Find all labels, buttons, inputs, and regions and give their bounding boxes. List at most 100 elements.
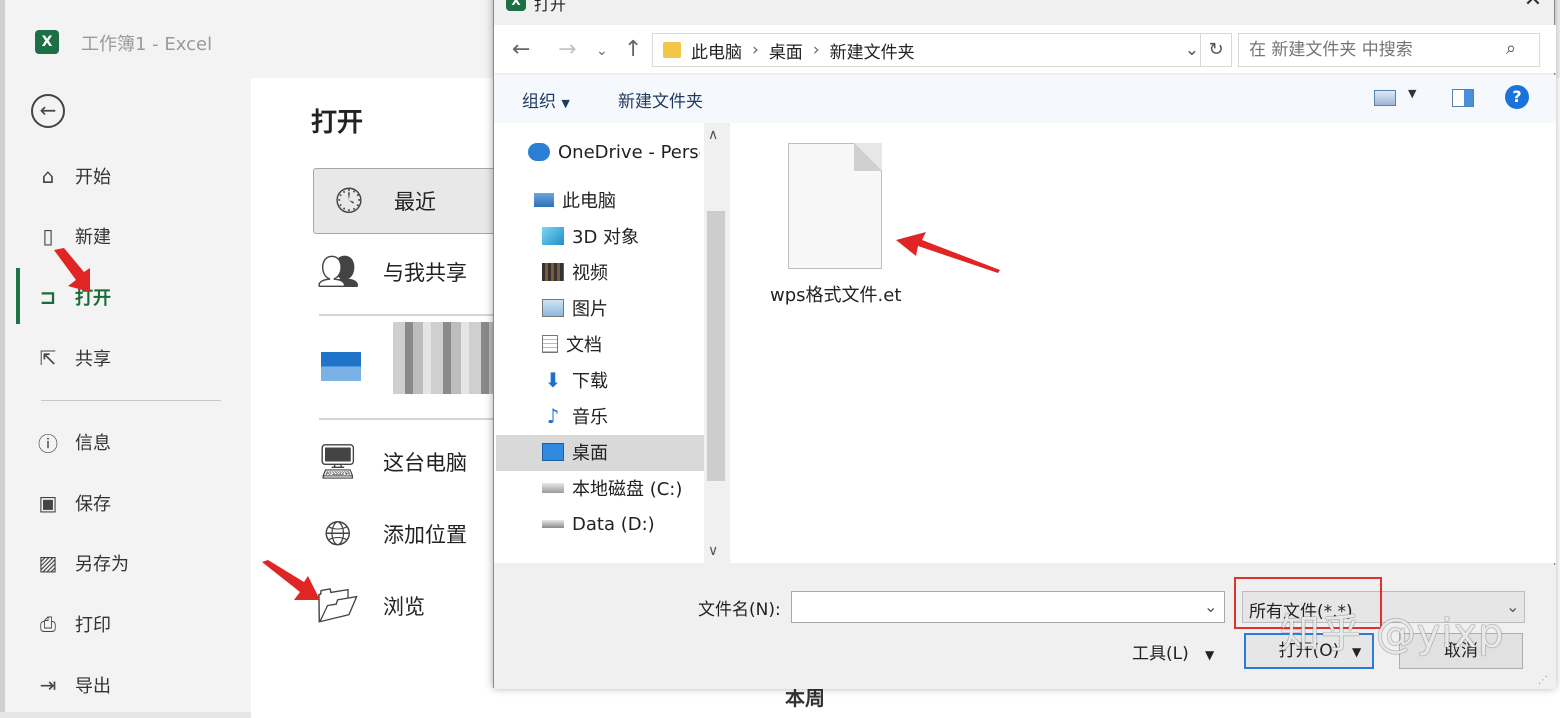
location-recent[interactable]: 🕓︎ 最近 [313,168,513,234]
open-file-dialog: X 打开 ✕ ← → ⌄ ↑ 此电脑 › 桌面 › 新建文件夹 ⌄ ↻ ⌕ 组织 ▼… [493,0,1556,689]
tree-label: 3D 对象 [572,227,640,248]
scroll-up-icon[interactable]: ∧ [708,127,718,143]
location-shared[interactable]: 👥︎ 与我共享 [313,240,513,304]
nav-home[interactable]: ⌂ 开始 [35,156,111,196]
location-label: 添加位置 [383,523,467,547]
nav-share[interactable]: ⇱ 共享 [35,338,111,378]
location-add-place[interactable]: 🌐︎ 添加位置 [313,502,513,566]
file-name-label[interactable]: wps格式文件.et [770,281,901,307]
nav-label: 开始 [75,167,111,188]
breadcrumb-item[interactable]: 桌面 [769,38,803,63]
desktop-icon [542,443,564,461]
chevron-down-icon[interactable]: ⌄ [1204,597,1217,616]
excel-logo-icon: X [506,0,526,11]
chevron-right-icon: › [812,40,820,60]
tree-label: 下载 [572,371,608,392]
drive-icon [542,520,564,528]
divider [319,314,509,316]
chevron-right-icon: › [752,40,759,60]
resize-grip-icon[interactable]: ⋰ [1538,675,1548,686]
pc-icon [534,193,554,207]
watermark: 知乎 @yixp [1280,611,1505,657]
drive-icon [542,483,564,493]
tools-label: 工具(L) [1132,644,1189,664]
tree-label: 视频 [572,263,608,284]
info-icon: ⓘ [38,431,58,456]
close-icon[interactable]: ✕ [1518,0,1548,17]
computer-icon: 🖥︎ [316,442,360,482]
active-nav-indicator [16,268,20,324]
annotation-arrow-icon [262,560,320,600]
nav-divider [41,400,221,401]
scrollbar-thumb[interactable] [707,211,725,481]
excel-logo-icon: X [35,30,59,54]
caret-down-icon[interactable]: ▼ [1408,87,1416,100]
globe-add-icon: 🌐︎ [324,514,352,554]
up-arrow-icon[interactable]: ↑ [624,37,642,62]
print-icon: ⎙ [40,612,56,636]
nav-print[interactable]: ⎙ 打印 [35,604,111,644]
tree-label: 此电脑 [562,191,616,212]
location-label: 这台电脑 [383,451,467,475]
help-icon[interactable]: ? [1505,85,1529,109]
dialog-title: 打开 [534,0,567,14]
organize-menu[interactable]: 组织 ▼ [522,87,570,112]
forward-arrow-icon[interactable]: → [558,37,576,62]
chevron-down-icon[interactable]: ⌄ [1185,40,1199,60]
refresh-icon[interactable]: ↻ [1200,33,1232,67]
nav-label: 共享 [75,349,111,370]
page-title: 打开 [311,108,364,138]
people-icon: 👥︎ [316,252,360,292]
filename-input[interactable] [791,591,1225,623]
new-folder-button[interactable]: 新建文件夹 [618,87,703,112]
nav-save[interactable]: ▣ 保存 [35,483,111,523]
annotation-arrow-icon [54,248,90,292]
caret-down-icon: ▼ [1204,648,1215,662]
back-arrow-icon[interactable]: ← [512,37,530,62]
cube-icon [542,227,564,245]
nav-export[interactable]: ⇥ 导出 [35,665,111,705]
save-as-icon: ▨ [38,551,58,575]
tree-item-onedrive[interactable]: OneDrive - Perso [528,135,723,169]
chevron-down-icon[interactable]: ⌄ [596,43,608,59]
filename-label: 文件名(N): [698,600,781,620]
tree-label: OneDrive - Perso [558,141,700,163]
search-input[interactable] [1238,33,1540,67]
nav-info[interactable]: ⓘ 信息 [35,422,111,462]
chevron-down-icon[interactable]: ⌄ [1506,597,1519,616]
nav-label: 导出 [75,676,111,697]
breadcrumb[interactable]: 此电脑 › 桌面 › 新建文件夹 ⌄ [652,33,1208,67]
new-file-icon: ▯ [42,224,54,248]
document-icon [542,335,558,353]
export-icon: ⇥ [39,673,57,697]
organize-label: 组织 [522,92,556,112]
view-options-icon[interactable] [1374,90,1396,106]
nav-save-as[interactable]: ▨ 另存为 [35,543,129,583]
download-icon: ⬇ [544,368,562,392]
window-title: 工作簿1 - Excel [81,34,213,55]
tree-label: 桌面 [572,443,608,464]
onedrive-blurred-icon[interactable] [321,345,361,381]
home-icon: ⌂ [41,164,55,188]
caret-down-icon: ▼ [561,97,570,110]
divider [319,418,509,420]
scroll-down-icon[interactable]: ∨ [708,543,718,559]
tree-label: Data (D:) [572,513,655,535]
share-icon: ⇱ [39,346,57,370]
annotation-arrow-icon [896,232,1000,273]
preview-pane-icon[interactable] [1452,89,1474,107]
video-icon [542,263,564,281]
breadcrumb-item[interactable]: 新建文件夹 [830,38,915,63]
picture-icon [542,299,564,317]
nav-label: 打印 [75,615,111,636]
blurred-account-label [393,322,503,394]
tools-menu[interactable]: 工具(L) ▼ [1132,639,1214,664]
file-corner-fold [854,143,882,171]
location-label: 浏览 [383,595,425,619]
breadcrumb-item[interactable]: 此电脑 [691,38,742,63]
location-browse[interactable]: 📂︎ 浏览 [313,574,513,638]
tree-item-this-pc[interactable]: 此电脑 [534,183,729,217]
location-this-pc[interactable]: 🖥︎ 这台电脑 [313,430,513,494]
back-arrow-icon[interactable]: ← [31,94,65,128]
tree-label: 本地磁盘 (C:) [572,479,683,500]
